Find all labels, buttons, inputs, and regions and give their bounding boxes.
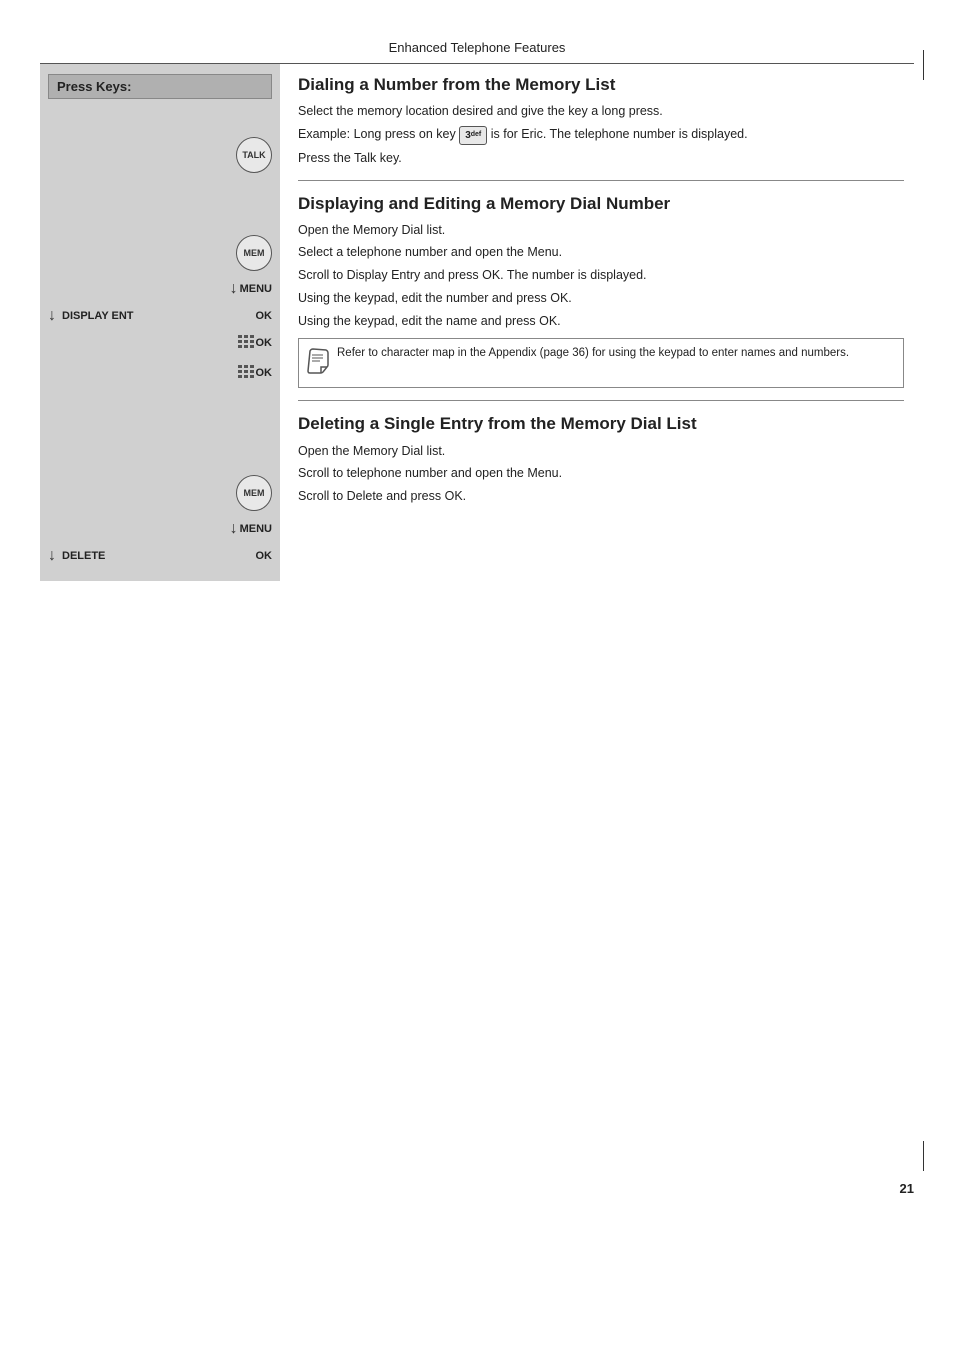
ok-label-4: OK <box>256 550 273 562</box>
keypad-icon-1 <box>236 333 256 353</box>
page-header: Enhanced Telephone Features <box>40 40 914 64</box>
menu-row-1: ↓ MENU <box>48 277 272 301</box>
keypad-ok-row-1: OK <box>48 331 272 355</box>
right-panel: Dialing a Number from the Memory List Se… <box>280 64 914 581</box>
margin-line-bottom <box>923 1141 924 1171</box>
menu-label-2: MENU <box>240 523 272 535</box>
menu-label-1: MENU <box>240 283 272 295</box>
note-icon <box>307 347 329 381</box>
delete-row: ↓ DELETE OK <box>48 547 272 565</box>
deleting-inst-3: Scroll to Delete and press OK. <box>298 487 904 506</box>
display-ent-row: ↓ DISPLAY ENT OK <box>48 307 272 325</box>
menu-row-2: ↓ MENU <box>48 517 272 541</box>
arrow-down-3: ↓ <box>230 520 238 538</box>
press-keys-header: Press Keys: <box>48 74 272 99</box>
divider-2 <box>298 400 904 401</box>
keypad-ok-row-2: OK <box>48 361 272 385</box>
page: Enhanced Telephone Features Press Keys: … <box>0 0 954 1351</box>
talk-key[interactable]: TALK <box>236 137 272 173</box>
delete-label: DELETE <box>62 550 105 562</box>
display-ent-label: DISPLAY ENT <box>62 310 134 322</box>
dialing-inst-1: Select the memory location desired and g… <box>298 102 904 121</box>
displaying-heading: Displaying and Editing a Memory Dial Num… <box>298 193 904 215</box>
talk-key-row: TALK <box>48 137 272 173</box>
deleting-inst-2: Scroll to telephone number and open the … <box>298 464 904 483</box>
displaying-inst-2: Select a telephone number and open the M… <box>298 243 904 262</box>
displaying-inst-4: Using the keypad, edit the number and pr… <box>298 289 904 308</box>
deleting-heading: Deleting a Single Entry from the Memory … <box>298 413 904 435</box>
note-box: Refer to character map in the Appendix (… <box>298 338 904 388</box>
note-text: Refer to character map in the Appendix (… <box>337 345 849 361</box>
dialing-heading: Dialing a Number from the Memory List <box>298 74 904 96</box>
dialing-inst-3: Press the Talk key. <box>298 149 904 168</box>
displaying-inst-5: Using the keypad, edit the name and pres… <box>298 312 904 331</box>
mem-key-row-2: MEM <box>48 475 272 511</box>
divider-1 <box>298 180 904 181</box>
left-panel: Press Keys: TALK MEM ↓ MENU <box>40 64 280 581</box>
arrow-down-2: ↓ <box>48 307 56 325</box>
deleting-inst-1: Open the Memory Dial list. <box>298 442 904 461</box>
margin-line-top <box>923 50 924 80</box>
content-area: Press Keys: TALK MEM ↓ MENU <box>40 64 914 581</box>
page-number: 21 <box>900 1181 914 1196</box>
mem-key-1[interactable]: MEM <box>236 235 272 271</box>
mem-key-2[interactable]: MEM <box>236 475 272 511</box>
arrow-down-4: ↓ <box>48 547 56 565</box>
dialing-inst-2: Example: Long press on key 3def is for E… <box>298 125 904 145</box>
displaying-inst-1: Open the Memory Dial list. <box>298 221 904 240</box>
ok-label-3: OK <box>256 367 273 379</box>
keypad-icon-2 <box>236 363 256 383</box>
ok-label-1: OK <box>256 310 273 322</box>
ok-label-2: OK <box>256 337 273 349</box>
arrow-down-1: ↓ <box>230 280 238 298</box>
displaying-inst-3: Scroll to Display Entry and press OK. Th… <box>298 266 904 285</box>
mem-key-row-1: MEM <box>48 235 272 271</box>
header-title: Enhanced Telephone Features <box>389 40 566 55</box>
